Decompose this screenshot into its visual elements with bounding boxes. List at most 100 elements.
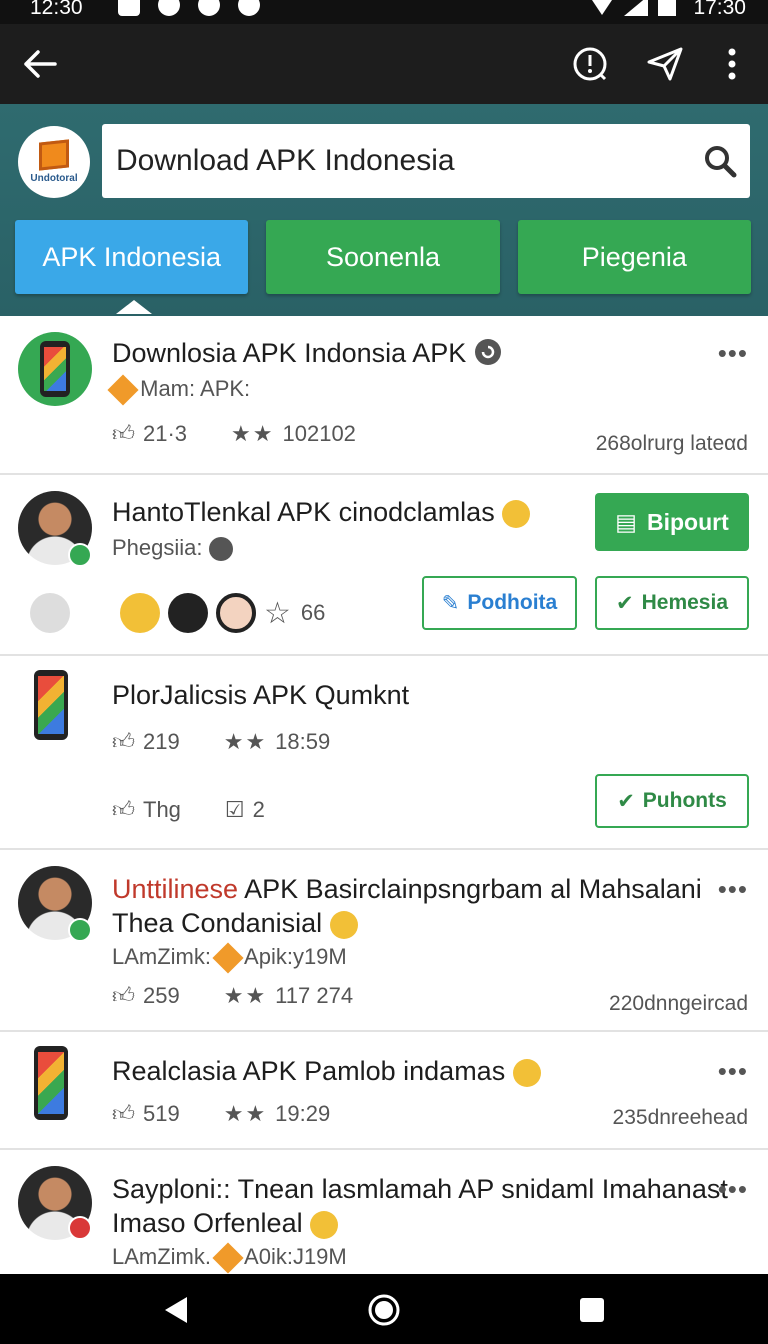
logo-text: Undotoral bbox=[30, 172, 78, 184]
status-time-right: 17:30 bbox=[693, 0, 746, 19]
check-icon: ✔ bbox=[616, 591, 634, 615]
category-tabs: APK Indonesia Soonenla Piegenia bbox=[15, 220, 751, 296]
send-icon[interactable] bbox=[645, 44, 685, 84]
app-list[interactable]: Downlosia APK Indonsia APK Mam: APK: 👍︎ … bbox=[0, 316, 768, 1274]
girl-icon bbox=[216, 593, 256, 633]
star-icon: ★★ bbox=[223, 728, 268, 754]
search-icon[interactable] bbox=[690, 131, 750, 191]
more-horiz-icon[interactable]: ••• bbox=[718, 1174, 748, 1205]
battery-icon bbox=[658, 0, 676, 16]
item-download-info: 268olrurg lateαd bbox=[595, 432, 748, 455]
item-subtitle: LAmZimk. A0ik:J19M bbox=[112, 1242, 347, 1274]
search-query[interactable]: Download APK Indonesia bbox=[116, 144, 690, 178]
list-item[interactable]: Downlosia APK Indonsia APK Mam: APK: 👍︎ … bbox=[0, 316, 768, 475]
import-button[interactable]: ▤ Bipourt bbox=[595, 493, 749, 551]
back-icon[interactable] bbox=[156, 1290, 196, 1330]
info-icon[interactable] bbox=[570, 44, 610, 84]
star-count: 66 bbox=[300, 600, 326, 625]
arrow-left-icon[interactable] bbox=[20, 44, 60, 84]
tab-soonenla[interactable]: Soonenla bbox=[266, 220, 500, 294]
app-icon bbox=[34, 670, 68, 740]
face-icon bbox=[168, 593, 208, 633]
star-icon: ★★ bbox=[223, 982, 268, 1008]
record-icon bbox=[238, 0, 260, 16]
like-count: 219 bbox=[143, 728, 180, 754]
app-icon bbox=[18, 332, 92, 406]
online-badge bbox=[68, 543, 92, 567]
like-count: 259 bbox=[143, 982, 180, 1008]
item-stickers: ☆ 66 bbox=[30, 593, 325, 633]
status-badge bbox=[68, 1216, 92, 1240]
list-item[interactable]: PlorJalicsis APK Qumknt 👍︎ 219 ★★ 18:59 … bbox=[0, 656, 768, 850]
checkbox-icon[interactable]: ☑ bbox=[225, 797, 245, 823]
hemesia-button[interactable]: ✔ Hemesia bbox=[595, 576, 749, 630]
sparkle-icon bbox=[107, 374, 139, 406]
item-download-info: 220dnngeircad bbox=[609, 992, 748, 1015]
tab-piegenia[interactable]: Piegenia bbox=[517, 220, 751, 294]
item-title: Realclasia APK Pamlob indamas bbox=[112, 1056, 541, 1087]
box-icon bbox=[39, 138, 69, 171]
item-title: HantoTlenkal APK cinodclamlas bbox=[112, 497, 531, 528]
check-icon: ✔ bbox=[617, 789, 635, 813]
tab-indicator bbox=[116, 300, 152, 314]
item-subtitle: LAmZimk: Apik:y19M bbox=[112, 942, 347, 974]
app-logo[interactable]: Undotoral bbox=[18, 126, 90, 198]
item-title: Downlosia APK Indonsia APK bbox=[112, 338, 502, 369]
thumbs-up-icon: 👍︎ bbox=[112, 983, 135, 1008]
app-icon bbox=[34, 1046, 68, 1120]
system-nav-bar bbox=[0, 1274, 768, 1344]
pencil-icon: ✎ bbox=[441, 591, 460, 615]
sparkle-icon bbox=[212, 942, 244, 974]
like-count: 21·3 bbox=[143, 420, 188, 446]
item-title: Sayploni:: Tnean lasmlamah AP snidaml Im… bbox=[112, 1174, 728, 1204]
status-bar: 12:30 17:30 bbox=[0, 0, 768, 24]
more-horiz-icon[interactable]: ••• bbox=[718, 338, 748, 369]
more-vert-icon[interactable] bbox=[712, 44, 752, 84]
status-time-left: 12:30 bbox=[30, 0, 83, 19]
online-badge bbox=[68, 918, 92, 942]
item-subtitle: Phegsiia: bbox=[112, 535, 233, 562]
list-item[interactable]: HantoTlenkal APK cinodclamlas Phegsiia: … bbox=[0, 475, 768, 656]
emoji-icon bbox=[502, 499, 531, 528]
tag-label: Thg bbox=[143, 796, 181, 822]
star-icon: ★★ bbox=[231, 420, 275, 446]
doll-icon bbox=[30, 593, 70, 633]
document-icon: ▤ bbox=[615, 508, 637, 535]
star-outline-icon: ☆ bbox=[264, 596, 293, 630]
recents-icon[interactable] bbox=[572, 1290, 612, 1330]
list-item[interactable]: Sayploni:: Tnean lasmlamah AP snidaml Im… bbox=[0, 1150, 768, 1274]
like-count: 519 bbox=[143, 1100, 180, 1126]
item-title: Unttilinese APK Basirclainpsngrbam al Ma… bbox=[112, 874, 702, 904]
thumbs-up-icon: 👍︎ bbox=[112, 729, 135, 754]
thumbs-up-icon: 👍︎ bbox=[112, 421, 135, 446]
shield-icon bbox=[198, 0, 220, 16]
emoji-icon bbox=[329, 910, 358, 939]
wifi-icon bbox=[590, 0, 614, 15]
list-item[interactable]: Unttilinese APK Basirclainpsngrbam al Ma… bbox=[0, 850, 768, 1032]
puhonts-button[interactable]: ✔ Puhonts bbox=[595, 774, 749, 828]
signal-icon bbox=[624, 0, 648, 16]
item-subtitle: Mam: APK: bbox=[107, 374, 250, 406]
verified-icon bbox=[474, 339, 501, 365]
rating-value: 19:29 bbox=[275, 1100, 331, 1126]
rating-value: 18:59 bbox=[275, 728, 331, 754]
more-horiz-icon[interactable]: ••• bbox=[718, 874, 748, 905]
item-actions: 👍︎ Thg ☑ 2 bbox=[112, 796, 265, 823]
sparkle-icon bbox=[212, 1242, 244, 1274]
podhoita-button[interactable]: ✎ Podhoita bbox=[422, 576, 577, 630]
search-input[interactable]: Download APK Indonesia bbox=[102, 124, 750, 198]
tag-count: 2 bbox=[252, 796, 265, 822]
list-item[interactable]: Realclasia APK Pamlob indamas 👍︎ 519 ★★ … bbox=[0, 1032, 768, 1150]
item-title-line2: Thea Condanisial bbox=[112, 908, 358, 939]
notification-icon bbox=[158, 0, 180, 16]
rating-value: 117 274 bbox=[275, 982, 354, 1008]
more-horiz-icon[interactable]: ••• bbox=[718, 1056, 748, 1087]
tab-apk-indonesia[interactable]: APK Indonesia bbox=[15, 220, 249, 294]
sim-icon bbox=[118, 0, 140, 16]
thumbs-up-icon: 👍︎ bbox=[112, 1101, 135, 1126]
item-title: PlorJalicsis APK Qumknt bbox=[112, 680, 410, 710]
home-icon[interactable] bbox=[364, 1290, 404, 1330]
thumbs-up-icon[interactable]: 👍︎ bbox=[112, 796, 135, 823]
item-stats: 👍︎ 219 ★★ 18:59 bbox=[112, 728, 330, 755]
item-title-line2: Imaso Orfenleal bbox=[112, 1208, 339, 1239]
